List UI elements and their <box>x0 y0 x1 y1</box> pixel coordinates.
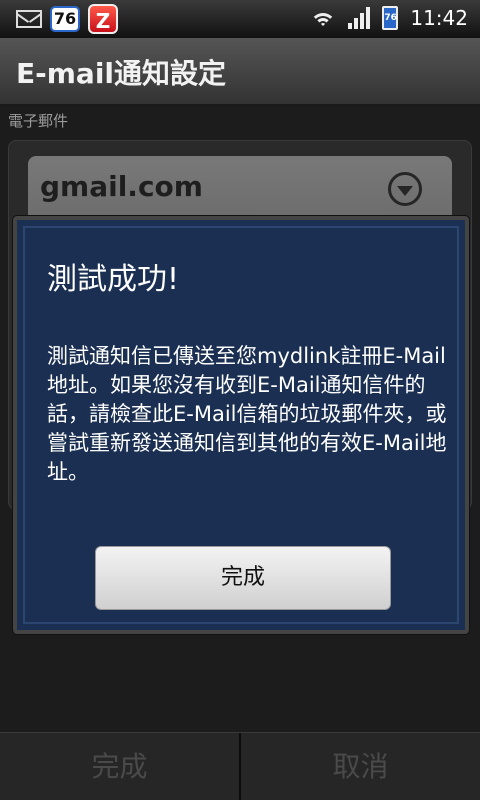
dialog-message: 測試通知信已傳送至您mydlink註冊E-Mail地址。如果您沒有收到E-Mai… <box>47 344 447 484</box>
app-notification-icon: Z <box>88 4 118 34</box>
status-bar: 76 Z 76 11:42 <box>0 0 480 38</box>
bottom-action-bar: 完成 取消 <box>0 732 480 800</box>
battery-icon: 76 <box>382 6 399 30</box>
notification-icons: 76 Z <box>16 4 118 34</box>
cancel-button[interactable]: 取消 <box>241 733 480 800</box>
calendar-badge-icon: 76 <box>50 6 80 32</box>
email-domain-spinner[interactable]: gmail.com <box>28 156 452 222</box>
dialog-title: 測試成功! <box>47 262 180 297</box>
mail-notification-icon <box>16 10 42 28</box>
system-icons: 76 11:42 <box>310 6 468 30</box>
title-bar: E-mail通知設定 <box>0 38 480 106</box>
dropdown-arrow-icon <box>388 172 422 206</box>
test-success-dialog: 測試成功! 測試通知信已傳送至您mydlink註冊E-Mail地址。如果您沒有收… <box>13 216 469 634</box>
wifi-icon <box>310 7 337 29</box>
dialog-done-button[interactable]: 完成 <box>95 546 391 610</box>
signal-strength-icon <box>348 7 371 29</box>
done-button[interactable]: 完成 <box>0 733 239 800</box>
clock: 11:42 <box>410 6 468 30</box>
page-title: E-mail通知設定 <box>16 57 227 90</box>
email-domain-value: gmail.com <box>40 170 203 203</box>
section-label: 電子郵件 <box>8 112 69 130</box>
